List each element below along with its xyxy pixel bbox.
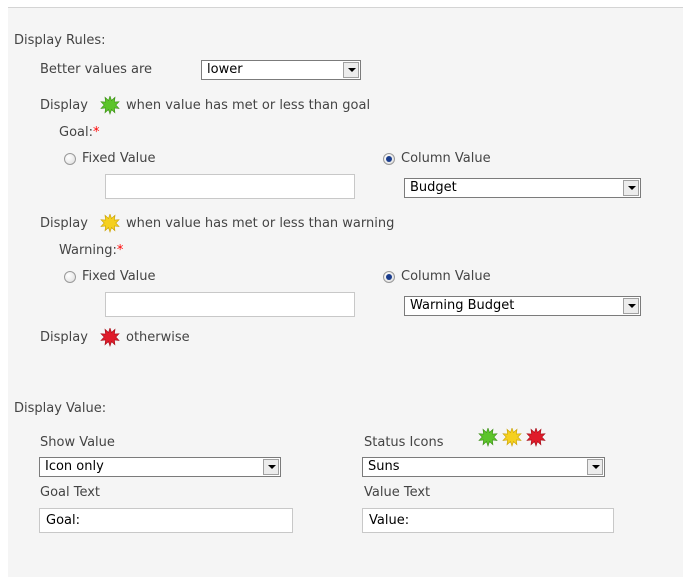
otherwise-display-prefix: Display <box>40 330 88 345</box>
warning-column-select[interactable]: Warning Budget <box>404 296 641 316</box>
warning-fixed-value-label: Fixed Value <box>82 269 156 284</box>
goal-fixed-value-label: Fixed Value <box>82 151 156 166</box>
goal-display-prefix: Display <box>40 98 88 113</box>
better-values-selected: lower <box>207 62 243 77</box>
required-mark: * <box>116 243 124 258</box>
warning-column-selected: Warning Budget <box>410 298 515 313</box>
settings-panel: Display Rules: Better values are lower D… <box>8 7 683 577</box>
otherwise-display-suffix: otherwise <box>126 330 190 345</box>
goal-label-text: Goal: <box>59 125 93 140</box>
value-text-label: Value Text <box>364 485 431 500</box>
goal-label: Goal:* <box>59 125 100 141</box>
goal-text-label: Goal Text <box>40 485 101 500</box>
better-values-select[interactable]: lower <box>201 60 361 80</box>
better-values-label: Better values are <box>40 62 153 77</box>
goal-column-selected: Budget <box>410 180 457 195</box>
goal-column-select[interactable]: Budget <box>404 178 641 198</box>
display-value-heading: Display Value: <box>14 401 107 416</box>
warning-fixed-value-input[interactable] <box>105 292 355 317</box>
status-icons-selected: Suns <box>368 459 400 474</box>
warning-fixed-value-radio[interactable] <box>64 271 76 283</box>
chevron-down-icon[interactable] <box>343 62 359 78</box>
goal-fixed-value-radio[interactable] <box>64 153 76 165</box>
chevron-down-icon[interactable] <box>587 459 603 475</box>
warning-display-prefix: Display <box>40 216 88 231</box>
status-icons-label: Status Icons <box>364 435 444 450</box>
chevron-down-icon[interactable] <box>263 459 279 475</box>
goal-column-value-radio[interactable] <box>383 153 395 165</box>
show-value-selected: Icon only <box>45 459 104 474</box>
green-sun-icon <box>478 428 498 448</box>
goal-display-suffix: when value has met or less than goal <box>126 98 371 113</box>
warning-label: Warning:* <box>59 243 123 259</box>
warning-label-text: Warning: <box>59 243 117 258</box>
goal-fixed-value-input[interactable] <box>105 174 355 199</box>
warning-column-value-radio[interactable] <box>383 271 395 283</box>
green-sun-icon <box>100 96 120 116</box>
warning-column-value-label: Column Value <box>401 269 491 284</box>
red-sun-icon <box>526 428 546 448</box>
goal-text-input[interactable] <box>39 508 293 533</box>
show-value-select[interactable]: Icon only <box>39 457 281 477</box>
show-value-label: Show Value <box>40 435 115 450</box>
status-icons-select[interactable]: Suns <box>362 457 605 477</box>
display-rules-heading: Display Rules: <box>14 33 106 48</box>
goal-column-value-label: Column Value <box>401 151 491 166</box>
chevron-down-icon[interactable] <box>623 180 639 196</box>
value-text-input[interactable] <box>362 508 614 533</box>
required-mark: * <box>93 125 100 140</box>
warning-display-suffix: when value has met or less than warning <box>126 216 395 231</box>
goal-display-line: Display <box>40 98 88 114</box>
yellow-sun-icon <box>502 428 522 448</box>
red-sun-icon <box>100 328 120 348</box>
chevron-down-icon[interactable] <box>623 298 639 314</box>
yellow-sun-icon <box>100 214 120 234</box>
